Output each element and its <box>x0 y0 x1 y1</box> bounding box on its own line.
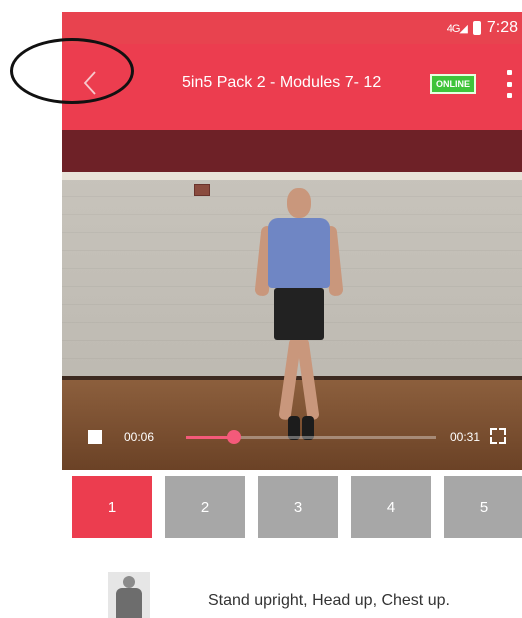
battery-icon <box>472 21 481 35</box>
page-title: 5in5 Pack 2 - Modules 7- 12 <box>182 74 382 91</box>
toolbar: 5in5 Pack 2 - Modules 7- 12 ONLINE <box>62 44 522 130</box>
video-player[interactable]: 00:06 00:31 <box>62 130 522 470</box>
exercise-demonstrator <box>254 188 344 448</box>
module-tab-1[interactable]: 1 <box>72 476 152 538</box>
module-tab-3[interactable]: 3 <box>258 476 338 538</box>
clock: 7:28 <box>486 19 518 36</box>
module-tab-2[interactable]: 2 <box>165 476 245 538</box>
module-tab-4[interactable]: 4 <box>351 476 431 538</box>
shorts <box>274 288 324 340</box>
status-bar: 4G◢ 7:28 <box>62 12 522 44</box>
video-frame-banner <box>62 130 522 172</box>
more-vert-icon-dot <box>506 81 512 87</box>
current-time: 00:06 <box>124 430 155 444</box>
video-frame-stripe <box>62 172 522 180</box>
more-vert-icon-dot <box>506 70 512 75</box>
video-controls: 00:06 00:31 <box>62 414 522 458</box>
stop-icon[interactable] <box>88 430 102 444</box>
seek-bar[interactable] <box>186 430 436 444</box>
head <box>287 188 311 218</box>
app-screen: 4G◢ 7:28 5in5 Pack 2 - Modules 7- 12 ONL… <box>62 12 522 618</box>
exercise-instruction: Stand upright, Head up, Chest up. <box>208 592 450 609</box>
seek-bar-thumb[interactable] <box>226 430 241 444</box>
shirt <box>268 218 330 288</box>
signal-icon: 4G◢ <box>446 22 468 35</box>
module-tab-5[interactable]: 5 <box>444 476 522 538</box>
more-vert-icon-dot <box>506 93 512 98</box>
highlight-circle-annotation <box>10 38 134 104</box>
leg <box>296 337 320 421</box>
online-status-badge: ONLINE <box>430 74 477 94</box>
module-tabs: 1 2 3 4 5 <box>72 476 522 538</box>
more-options-button[interactable] <box>502 70 516 98</box>
fullscreen-icon[interactable] <box>490 428 506 444</box>
video-frame-sign <box>194 184 210 196</box>
status-icons: 4G◢ 7:28 <box>447 18 518 38</box>
network-label: 4G <box>446 22 461 35</box>
exercise-thumbnail <box>108 572 150 618</box>
duration: 00:31 <box>450 430 481 444</box>
